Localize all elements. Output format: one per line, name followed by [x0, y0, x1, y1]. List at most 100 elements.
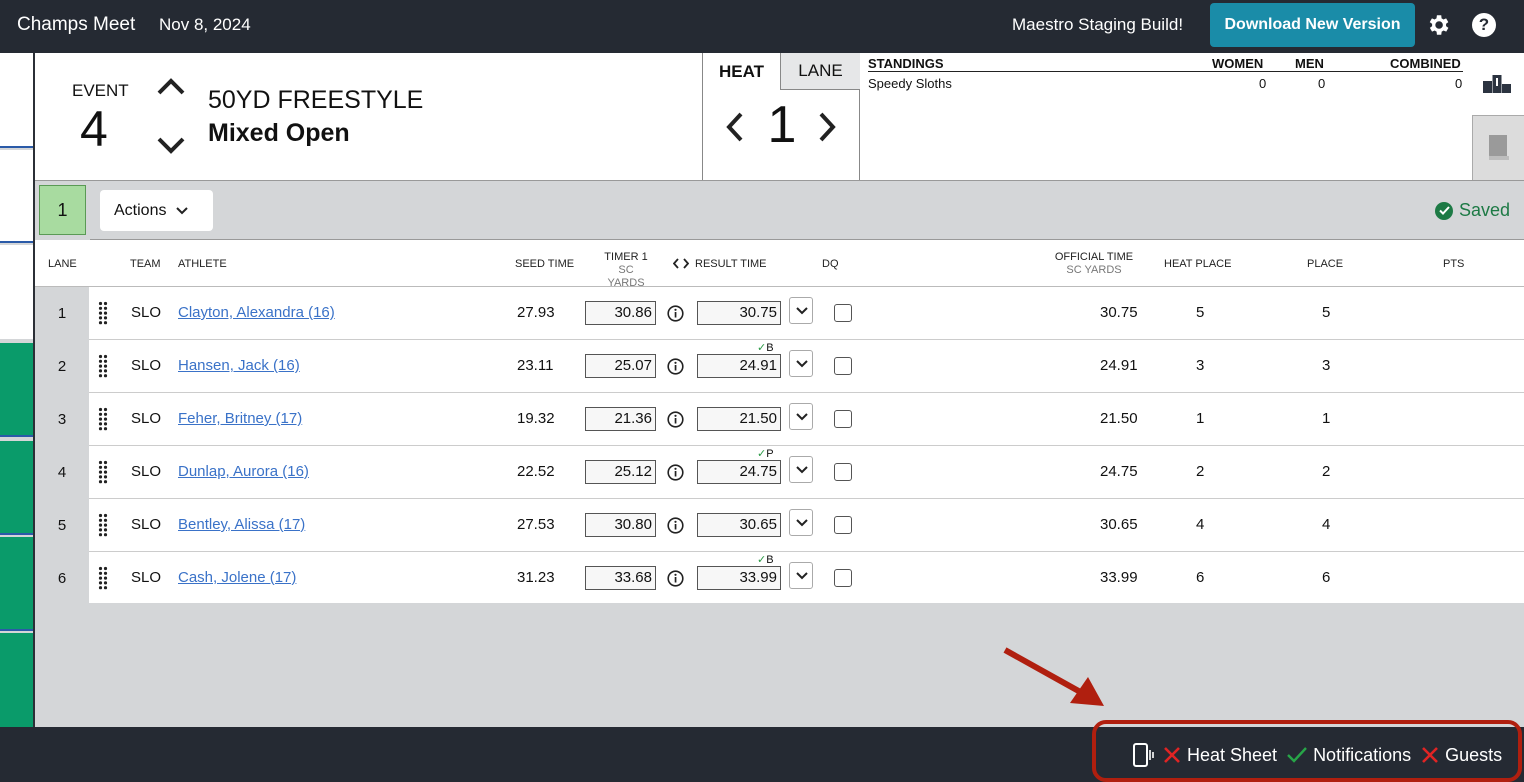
sidebar-event-cell[interactable] — [0, 150, 33, 243]
sidebar-event-cell[interactable] — [0, 53, 33, 148]
standings-men-value: 0 — [1318, 76, 1326, 91]
lane-number: 4 — [35, 446, 89, 499]
chevron-down-icon — [176, 206, 189, 214]
meet-name: Champs Meet — [17, 14, 136, 35]
heat-place: 3 — [1196, 357, 1205, 374]
chevron-up-icon[interactable] — [155, 75, 187, 97]
saved-label: Saved — [1459, 200, 1511, 220]
book-button[interactable] — [1472, 115, 1524, 180]
athlete-link[interactable]: Clayton, Alexandra (16) — [178, 304, 335, 321]
sidebar-event-cell[interactable] — [0, 343, 33, 437]
standings-col-women: WOMEN — [1212, 56, 1264, 71]
heat-place: 2 — [1196, 463, 1205, 480]
seed-time: 27.53 — [517, 516, 555, 533]
sidebar-event-cell[interactable] — [0, 245, 33, 339]
athlete-link[interactable]: Cash, Jolene (17) — [178, 569, 296, 586]
result-dropdown[interactable] — [789, 403, 813, 430]
seed-time: 27.93 — [517, 304, 555, 321]
check-icon: ✓ — [757, 342, 767, 354]
info-icon[interactable] — [667, 570, 684, 587]
sidebar-event-cell[interactable] — [0, 441, 33, 535]
annotation-arrow — [1003, 647, 1104, 706]
info-icon[interactable] — [667, 517, 684, 534]
drag-handle-icon[interactable] — [98, 301, 108, 325]
col-timer1-label: TIMER 1 — [604, 251, 648, 263]
event-label: EVENT — [72, 81, 129, 100]
table-row: 2 SLO Hansen, Jack (16) 23.11 25.07 24.9… — [35, 340, 1524, 393]
timer1-input[interactable]: 25.12 — [585, 460, 656, 484]
official-time: 30.65 — [1100, 516, 1138, 533]
flag-letter: B — [766, 554, 774, 566]
team-code: SLO — [131, 410, 162, 427]
table-row: 5 SLO Bentley, Alissa (17) 27.53 30.80 3… — [35, 499, 1524, 552]
place: 4 — [1322, 516, 1331, 533]
timer1-input[interactable]: 30.80 — [585, 513, 656, 537]
seed-time: 31.23 — [517, 569, 555, 586]
result-dropdown[interactable] — [789, 509, 813, 536]
download-new-version-button[interactable]: Download New Version — [1210, 3, 1415, 47]
seed-time: 23.11 — [517, 357, 554, 374]
result-time-input[interactable]: 30.75 — [697, 301, 781, 325]
chevron-right-icon[interactable] — [817, 111, 837, 143]
athlete-link[interactable]: Feher, Britney (17) — [178, 410, 302, 427]
timer1-input[interactable]: 21.36 — [585, 407, 656, 431]
saved-status: Saved — [1435, 200, 1510, 221]
heat-chip[interactable]: 1 — [39, 185, 86, 235]
chevron-down-icon[interactable] — [155, 135, 187, 157]
official-time: 24.75 — [1100, 463, 1138, 480]
col-lane: LANE — [48, 258, 77, 270]
athlete-link[interactable]: Dunlap, Aurora (16) — [178, 463, 309, 480]
table-row: 3 SLO Feher, Britney (17) 19.32 21.36 21… — [35, 393, 1524, 446]
standings-title: STANDINGS — [868, 56, 944, 71]
flag-letter: B — [766, 342, 774, 354]
timer1-input[interactable]: 33.68 — [585, 566, 656, 590]
results-table-header: LANE TEAM ATHLETE SEED TIME TIMER 1 SC Y… — [35, 240, 1524, 289]
athlete-link[interactable]: Bentley, Alissa (17) — [178, 516, 305, 533]
drag-handle-icon[interactable] — [98, 354, 108, 378]
info-icon[interactable] — [667, 411, 684, 428]
book-icon — [1489, 135, 1509, 160]
dq-checkbox[interactable] — [834, 410, 852, 428]
result-time-input[interactable]: 24.91 — [697, 354, 781, 378]
help-icon[interactable]: ? — [1472, 13, 1496, 37]
heat-place: 4 — [1196, 516, 1205, 533]
athlete-link[interactable]: Hansen, Jack (16) — [178, 357, 300, 374]
info-icon[interactable] — [667, 305, 684, 322]
sidebar-event-cell[interactable] — [0, 633, 33, 727]
result-time-input[interactable]: 30.65 — [697, 513, 781, 537]
team-code: SLO — [131, 463, 162, 480]
place: 1 — [1322, 410, 1331, 427]
dq-checkbox[interactable] — [834, 569, 852, 587]
lane-number: 6 — [35, 552, 89, 605]
timer1-input[interactable]: 25.07 — [585, 354, 656, 378]
event-division: Mixed Open — [208, 119, 350, 147]
result-time-input[interactable]: 21.50 — [697, 407, 781, 431]
timer1-input[interactable]: 30.86 — [585, 301, 656, 325]
result-time-input[interactable]: 24.75 — [697, 460, 781, 484]
dq-checkbox[interactable] — [834, 357, 852, 375]
drag-handle-icon[interactable] — [98, 566, 108, 590]
result-dropdown[interactable] — [789, 297, 813, 324]
result-dropdown[interactable] — [789, 350, 813, 377]
table-row: 1 SLO Clayton, Alexandra (16) 27.93 30.8… — [35, 287, 1524, 340]
tab-heat[interactable]: HEAT — [703, 53, 780, 90]
actions-dropdown-button[interactable]: Actions — [100, 190, 213, 231]
drag-handle-icon[interactable] — [98, 513, 108, 537]
podium-icon[interactable] — [1483, 73, 1511, 93]
col-heat-place: HEAT PLACE — [1164, 258, 1232, 270]
chevron-left-icon[interactable] — [725, 111, 745, 143]
code-arrows-icon[interactable] — [673, 258, 689, 269]
tab-lane[interactable]: LANE — [780, 53, 860, 90]
result-dropdown[interactable] — [789, 456, 813, 483]
dq-checkbox[interactable] — [834, 463, 852, 481]
info-icon[interactable] — [667, 464, 684, 481]
result-time-input[interactable]: 33.99 — [697, 566, 781, 590]
dq-checkbox[interactable] — [834, 516, 852, 534]
info-icon[interactable] — [667, 358, 684, 375]
dq-checkbox[interactable] — [834, 304, 852, 322]
result-dropdown[interactable] — [789, 562, 813, 589]
drag-handle-icon[interactable] — [98, 407, 108, 431]
sidebar-event-cell[interactable] — [0, 537, 33, 631]
gear-icon[interactable] — [1425, 12, 1451, 38]
drag-handle-icon[interactable] — [98, 460, 108, 484]
